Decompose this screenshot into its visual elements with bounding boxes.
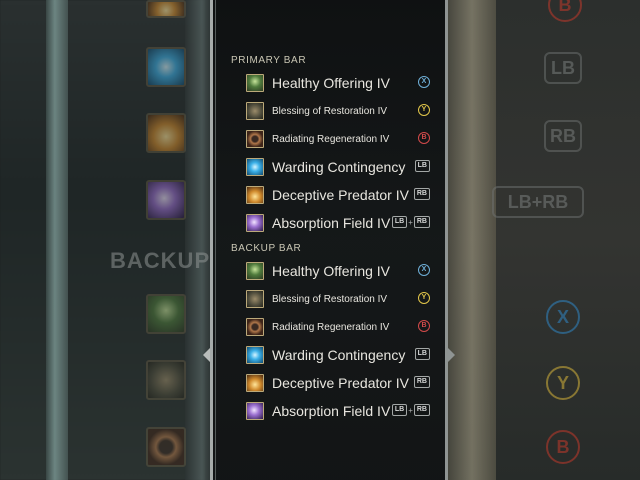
ghost-skill-icon [146, 47, 186, 87]
ghost-skill-icon [146, 294, 186, 334]
y-button-icon: Y [418, 292, 430, 304]
skill-name: Warding Contingency [272, 159, 406, 175]
button-prompt: X [418, 76, 430, 88]
panel-left-arrow-icon[interactable] [203, 348, 210, 362]
button-prompt: RB [413, 376, 430, 388]
rb-button-icon: RB [413, 216, 430, 228]
warding-contingency-icon [246, 158, 264, 176]
backup-skill-row[interactable]: Warding Contingency LB [246, 343, 436, 367]
ghost-skill-icon [146, 427, 186, 467]
blessing-of-restoration-icon [246, 102, 264, 120]
background-rail [185, 0, 213, 480]
primary-skill-row[interactable]: Warding Contingency LB [246, 155, 436, 179]
panel-border [215, 0, 216, 480]
plus-sign: + [408, 217, 413, 227]
backup-bar-header: BACKUP BAR [231, 243, 302, 254]
button-prompt: LB [414, 160, 430, 172]
skill-name: Blessing of Restoration IV [272, 105, 388, 117]
button-prompt: RB [413, 188, 430, 200]
backup-skill-row[interactable]: Radiating Regeneration IV B [246, 315, 436, 339]
ghost-skill-icon [146, 113, 186, 153]
healthy-offering-icon [246, 74, 264, 92]
skill-name: Healthy Offering IV [272, 75, 391, 91]
primary-skill-row[interactable]: Radiating Regeneration IV B [246, 127, 436, 151]
backup-skill-row[interactable]: Absorption Field IV LB + RB [246, 399, 436, 423]
deceptive-predator-icon [246, 186, 264, 204]
button-prompt: LB [414, 348, 430, 360]
background-strip [448, 0, 496, 480]
button-prompt: B [418, 320, 430, 332]
skill-name: Radiating Regeneration IV [272, 133, 390, 145]
radiating-regeneration-icon [246, 130, 264, 148]
plus-sign: + [408, 405, 413, 415]
blessing-of-restoration-icon [246, 290, 264, 308]
x-button-icon: X [418, 76, 430, 88]
button-prompt: Y [418, 104, 430, 116]
b-button-icon: B [418, 132, 430, 144]
primary-bar-header: PRIMARY BAR [231, 55, 307, 66]
absorption-field-icon [246, 214, 264, 232]
primary-skill-row[interactable]: Healthy Offering IV X [246, 71, 436, 95]
skill-name: Healthy Offering IV [272, 263, 391, 279]
deceptive-predator-icon [246, 374, 264, 392]
ghost-backup-label: BACKUP [110, 248, 211, 273]
button-prompt: B [418, 132, 430, 144]
button-prompt: X [418, 264, 430, 276]
button-prompt: LB + RB [391, 216, 430, 228]
skill-name: Radiating Regeneration IV [272, 321, 390, 333]
skill-name: Absorption Field IV [272, 215, 391, 231]
ghost-lb-rb-button: LB+RB [492, 186, 584, 218]
backup-skill-row[interactable]: Blessing of Restoration IV Y [246, 287, 436, 311]
healthy-offering-icon [246, 262, 264, 280]
backup-skill-row[interactable]: Healthy Offering IV X [246, 259, 436, 283]
y-button-icon: Y [418, 104, 430, 116]
ghost-skill-icon [146, 180, 186, 220]
ghost-b-button-icon: B [546, 430, 580, 464]
primary-skill-row[interactable]: Deceptive Predator IV RB [246, 183, 436, 207]
lb-button-icon: LB [391, 404, 408, 416]
lb-button-icon: LB [414, 348, 430, 360]
button-prompt: LB + RB [391, 404, 430, 416]
x-button-icon: X [418, 264, 430, 276]
rb-button-icon: RB [413, 376, 430, 388]
rb-button-icon: RB [413, 188, 430, 200]
radiating-regeneration-icon [246, 318, 264, 336]
ghost-skill-icon [146, 0, 186, 18]
absorption-field-icon [246, 402, 264, 420]
panel-right-arrow-icon[interactable] [448, 348, 455, 362]
button-prompt: Y [418, 292, 430, 304]
background-rail [46, 0, 68, 480]
b-button-icon: B [418, 320, 430, 332]
primary-skill-row[interactable]: Absorption Field IV LB + RB [246, 211, 436, 235]
skill-name: Deceptive Predator IV [272, 187, 409, 203]
rb-button-icon: RB [413, 404, 430, 416]
ghost-skill-icon [146, 360, 186, 400]
skill-name: Absorption Field IV [272, 403, 391, 419]
skill-name: Warding Contingency [272, 347, 406, 363]
ghost-lb-button: LB [544, 52, 582, 84]
backup-skill-row[interactable]: Deceptive Predator IV RB [246, 371, 436, 395]
lb-button-icon: LB [414, 160, 430, 172]
warding-contingency-icon [246, 346, 264, 364]
skill-name: Blessing of Restoration IV [272, 293, 388, 305]
ghost-rb-button: RB [544, 120, 582, 152]
ghost-x-button-icon: X [546, 300, 580, 334]
lb-button-icon: LB [391, 216, 408, 228]
primary-skill-row[interactable]: Blessing of Restoration IV Y [246, 99, 436, 123]
ghost-y-button-icon: Y [546, 366, 580, 400]
skill-name: Deceptive Predator IV [272, 375, 409, 391]
